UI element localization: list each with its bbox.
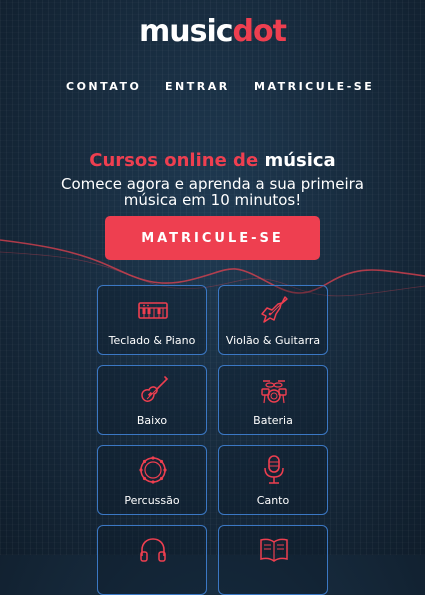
drum-kit-icon — [261, 380, 287, 404]
guitar-icon — [261, 296, 288, 323]
enroll-button[interactable]: MATRICULE-SE — [105, 216, 320, 260]
nav-link-contato[interactable]: CONTATO — [66, 80, 141, 93]
hero-title-highlight: música — [264, 150, 336, 171]
course-card-percussion[interactable]: Percussão — [97, 445, 207, 515]
headphones-icon — [140, 538, 166, 562]
hero-subtitle: Comece agora e aprenda a sua primeira mú… — [61, 175, 364, 209]
nav-link-entrar[interactable]: ENTRAR — [165, 80, 230, 93]
course-card-8[interactable] — [218, 525, 328, 595]
course-label: Violão & Guitarra — [225, 334, 321, 347]
bass-guitar-icon — [141, 376, 169, 402]
course-card-piano[interactable]: Teclado & Piano — [97, 285, 207, 355]
piano-keyboard-icon — [138, 302, 168, 319]
course-label: Canto — [256, 494, 290, 507]
course-card-singing[interactable]: Canto — [218, 445, 328, 515]
hero-title: Cursos online de música — [0, 150, 425, 171]
tambourine-icon — [139, 456, 167, 484]
hero-title-prefix: Cursos online de — [89, 150, 259, 171]
course-card-drums[interactable]: Bateria — [218, 365, 328, 435]
course-label: Bateria — [253, 414, 293, 427]
nav-link-matricule-se[interactable]: MATRICULE-SE — [254, 80, 374, 93]
course-label: Baixo — [136, 414, 168, 427]
brand-logo[interactable]: musicdot — [0, 14, 425, 49]
songbook-icon — [260, 538, 288, 562]
course-card-bass[interactable]: Baixo — [97, 365, 207, 435]
course-card-7[interactable] — [97, 525, 207, 595]
course-label: Percussão — [124, 494, 180, 507]
brand-logo-music: music — [139, 14, 234, 49]
microphone-icon — [264, 455, 284, 484]
course-label: Teclado & Piano — [108, 334, 196, 347]
course-card-guitar[interactable]: Violão & Guitarra — [218, 285, 328, 355]
brand-logo-dot: dot — [232, 14, 287, 49]
